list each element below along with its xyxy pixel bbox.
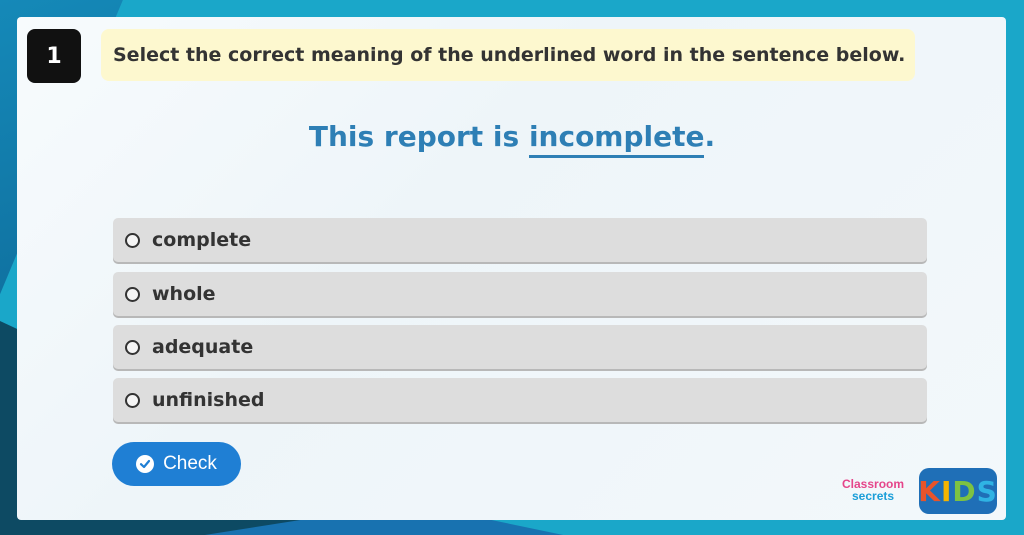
kids-letter-s: S: [976, 474, 998, 508]
sentence-after: .: [704, 120, 716, 153]
radio-button-icon[interactable]: [125, 392, 140, 408]
answer-option-label: whole: [152, 283, 216, 305]
kids-logo: K I D S: [918, 468, 998, 514]
question-sentence: This report is incomplete.: [0, 120, 1024, 158]
checkmark-circle-icon: [136, 455, 155, 473]
question-number: 1: [46, 43, 62, 69]
check-button-label: Check: [163, 453, 217, 474]
logo-text-secrets: secrets: [852, 489, 895, 503]
answer-option-complete[interactable]: complete: [113, 218, 927, 262]
kids-letter-d: D: [952, 474, 977, 508]
classroom-secrets-logo: Classroom secrets: [842, 478, 914, 506]
sentence-before: This report is: [308, 120, 529, 153]
instruction-text: Select the correct meaning of the underl…: [113, 44, 906, 66]
question-number-badge: 1: [27, 29, 81, 83]
instruction-box: Select the correct meaning of the underl…: [101, 29, 915, 81]
radio-button-icon[interactable]: [125, 286, 140, 302]
answer-option-label: unfinished: [152, 389, 265, 411]
radio-button-icon[interactable]: [125, 339, 140, 355]
check-button[interactable]: Check: [112, 442, 241, 486]
answer-option-label: adequate: [152, 336, 254, 358]
answer-option-whole[interactable]: whole: [113, 272, 927, 316]
kids-letter-k: K: [918, 474, 941, 508]
answer-option-unfinished[interactable]: unfinished: [113, 378, 927, 422]
kids-letter-i: I: [940, 474, 953, 508]
radio-button-icon[interactable]: [125, 232, 140, 248]
underlined-word: incomplete: [528, 120, 705, 158]
answer-option-adequate[interactable]: adequate: [113, 325, 927, 369]
answer-option-label: complete: [152, 229, 252, 251]
